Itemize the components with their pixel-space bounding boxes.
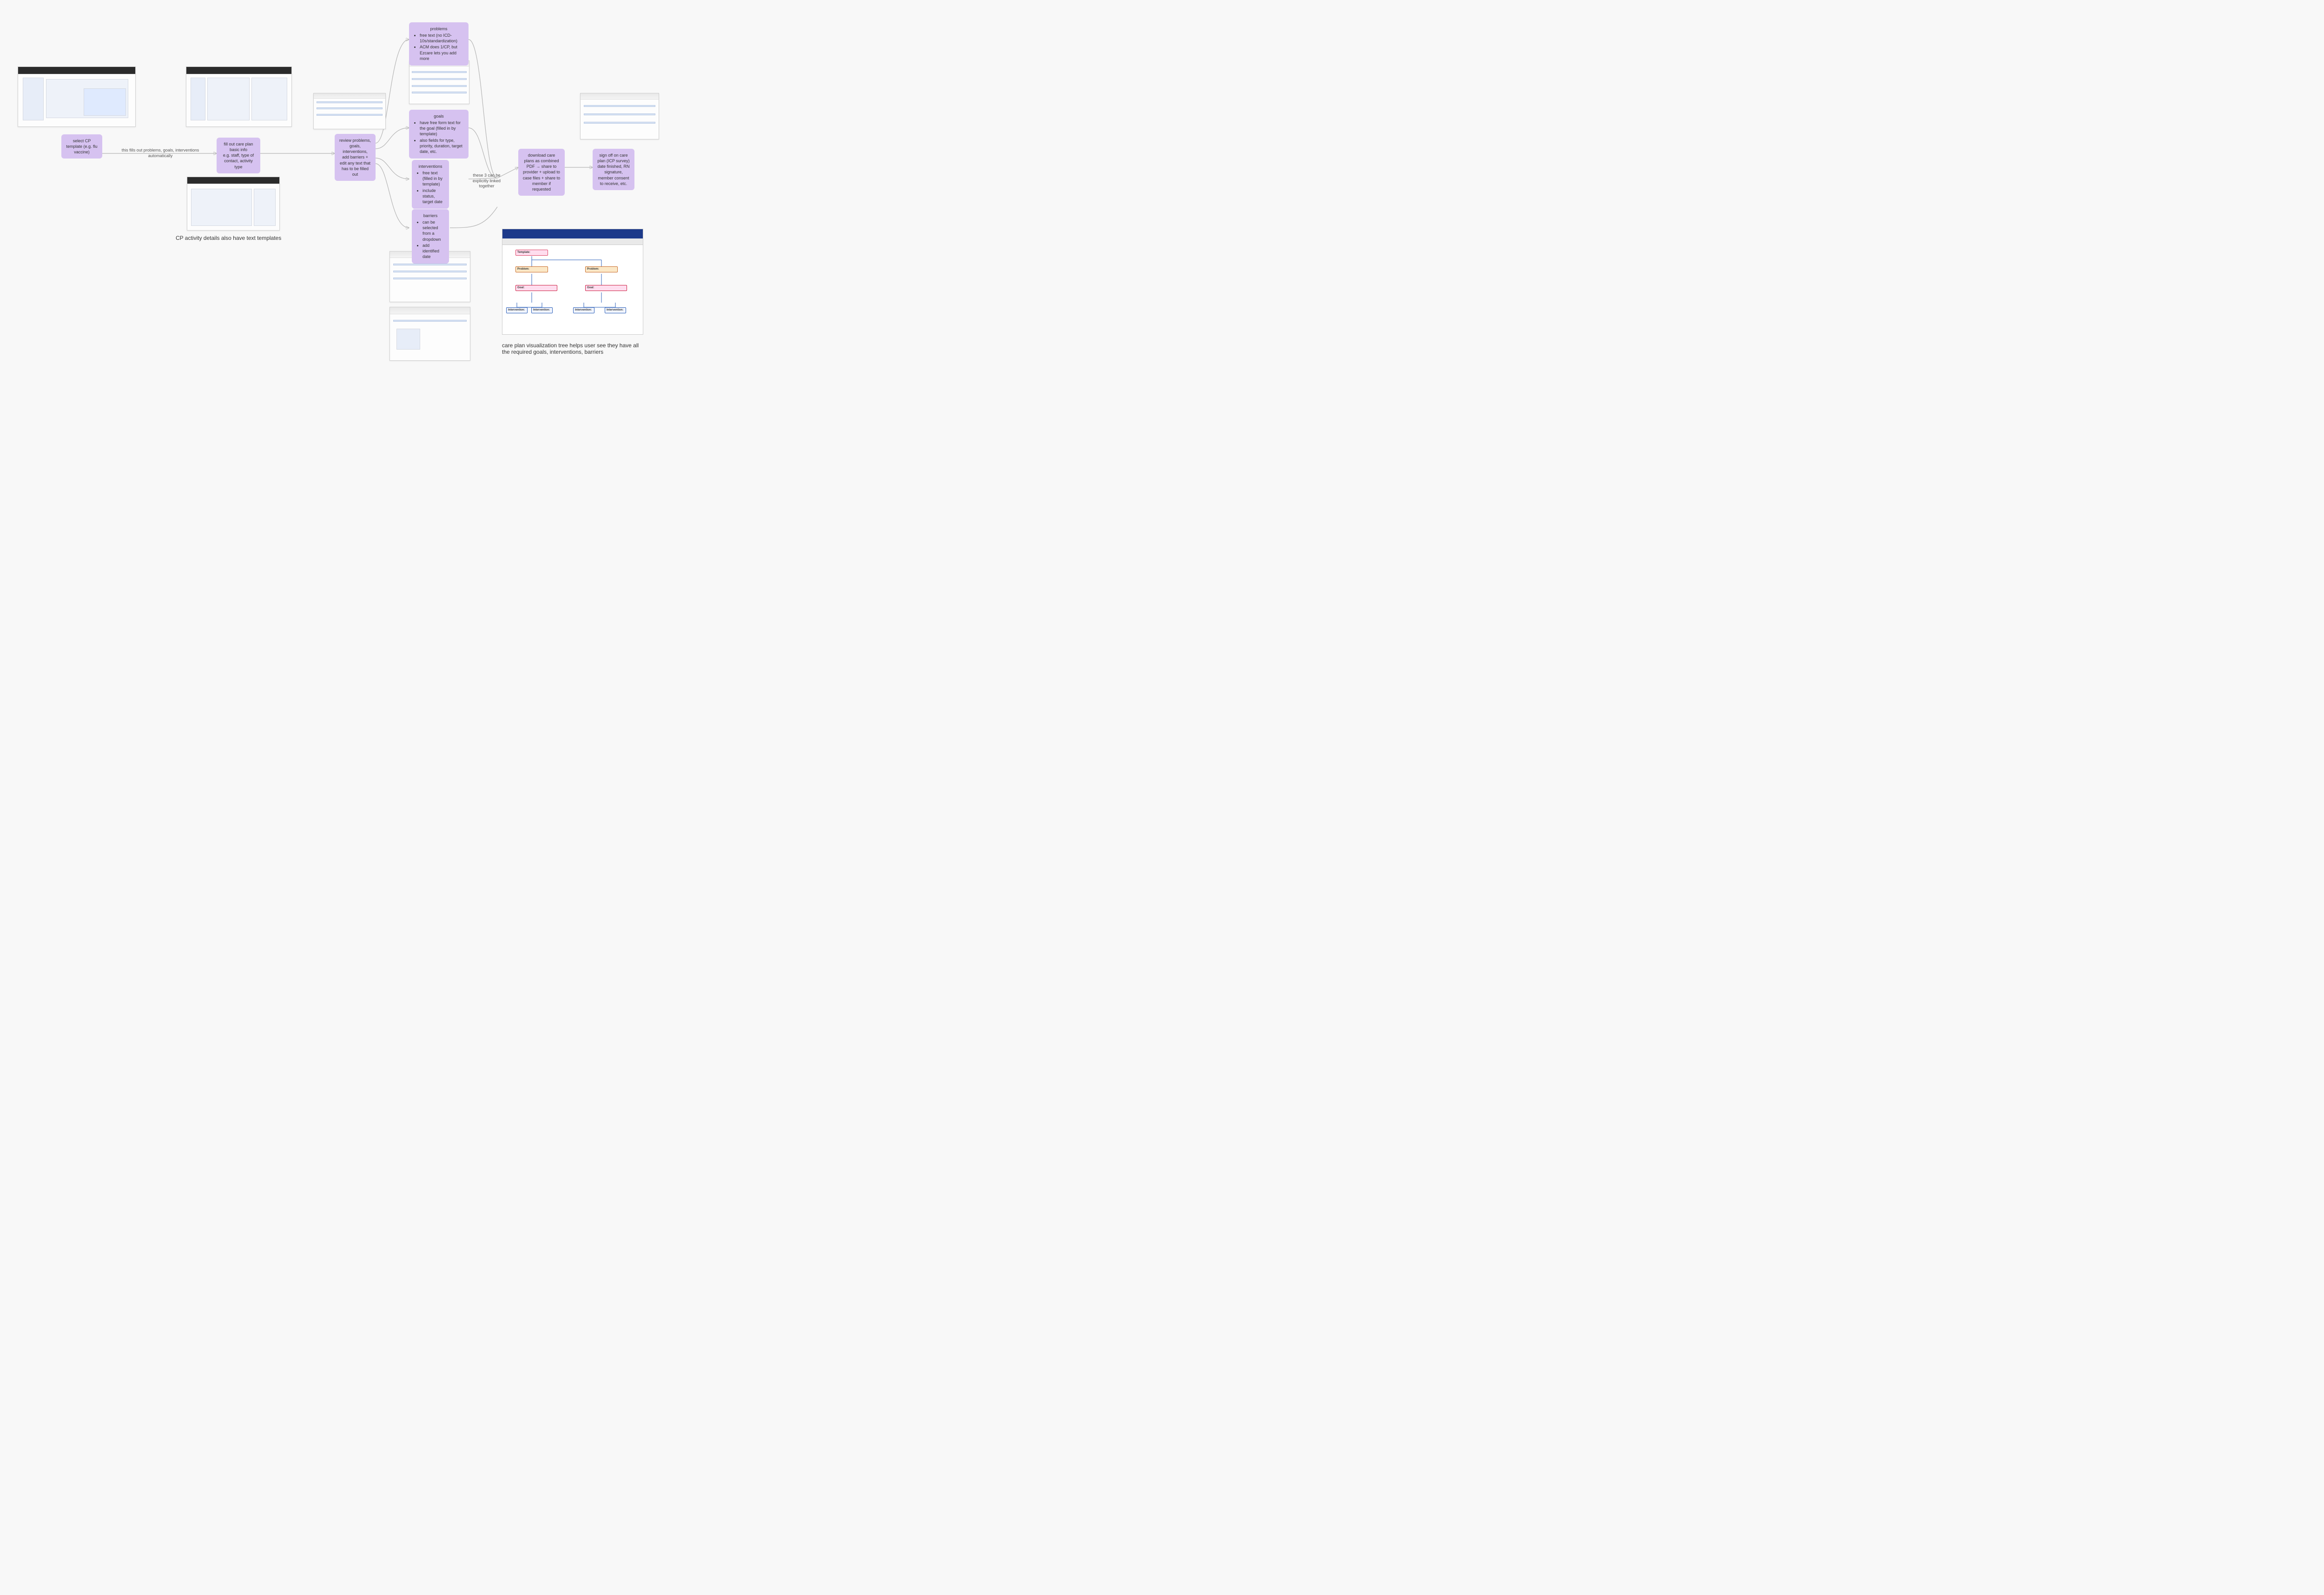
node-download[interactable]: download care plans as combined PDF → sh… [518, 149, 565, 196]
node-text: fill out care plan basic info e.g. staff… [223, 142, 254, 169]
list-item: ACM does 1/CP, but Ezcare lets you add m… [420, 44, 464, 61]
node-text: review problems, goals, interventions, a… [339, 138, 371, 177]
node-barriers[interactable]: barriers can be selected from a dropdown… [412, 209, 449, 264]
node-text: sign off on care plan (ICP survey) date … [597, 153, 629, 186]
node-item-list: have free form text for the goal (filled… [413, 120, 464, 154]
list-item: free text (filled in by template) [423, 170, 445, 187]
screenshot-select-template [18, 66, 136, 127]
node-title: barriers [416, 213, 445, 218]
screenshot-signoff [580, 93, 659, 139]
node-text: download care plans as combined PDF → sh… [523, 153, 560, 192]
caption-tree: care plan visualization tree helps user … [502, 342, 646, 355]
edge-label-link3: these 3 can be explicitly linked togethe… [466, 173, 508, 189]
screenshot-problems [409, 60, 469, 104]
edge-label-autofill: this fills out problems, goals, interven… [112, 148, 209, 159]
node-fill-basic[interactable]: fill out care plan basic info e.g. staff… [217, 138, 260, 173]
list-item: include status, target date [423, 188, 445, 205]
list-item: free text (no ICD-10s/standardization) [420, 33, 464, 44]
node-text: select CP template (e.g. flu vaccine) [66, 139, 97, 154]
node-signoff[interactable]: sign off on care plan (ICP survey) date … [593, 149, 634, 190]
screenshot-review [313, 93, 386, 129]
node-item-list: free text (no ICD-10s/standardization) A… [413, 33, 464, 61]
node-goals[interactable]: goals have free form text for the goal (… [409, 110, 469, 159]
node-title: goals [413, 113, 464, 119]
node-interventions[interactable]: interventions free text (filled in by te… [412, 160, 449, 209]
list-item: also fields for type, priority, duration… [420, 138, 464, 154]
screenshot-fill-basic [186, 66, 292, 127]
screenshot-care-plan-tree: Template: Problem: Problem: Goal: Goal: … [502, 229, 643, 335]
node-title: interventions [416, 164, 445, 169]
list-item: can be selected from a dropdown [423, 219, 445, 242]
caption-templates: CP activity details also have text templ… [176, 235, 297, 241]
node-problems[interactable]: problems free text (no ICD-10s/standardi… [409, 22, 469, 66]
diagram-canvas: select CP template (e.g. flu vaccine) fi… [0, 0, 674, 381]
node-title: problems [413, 26, 464, 32]
node-item-list: free text (filled in by template) includ… [416, 170, 445, 205]
node-item-list: can be selected from a dropdown add iden… [416, 219, 445, 259]
node-review[interactable]: review problems, goals, interventions, a… [335, 134, 376, 181]
screenshot-activity-templates [187, 177, 280, 231]
screenshot-interventions-b [390, 307, 470, 361]
list-item: have free form text for the goal (filled… [420, 120, 464, 137]
list-item: add identified date [423, 243, 445, 259]
node-select-cp[interactable]: select CP template (e.g. flu vaccine) [61, 134, 102, 159]
